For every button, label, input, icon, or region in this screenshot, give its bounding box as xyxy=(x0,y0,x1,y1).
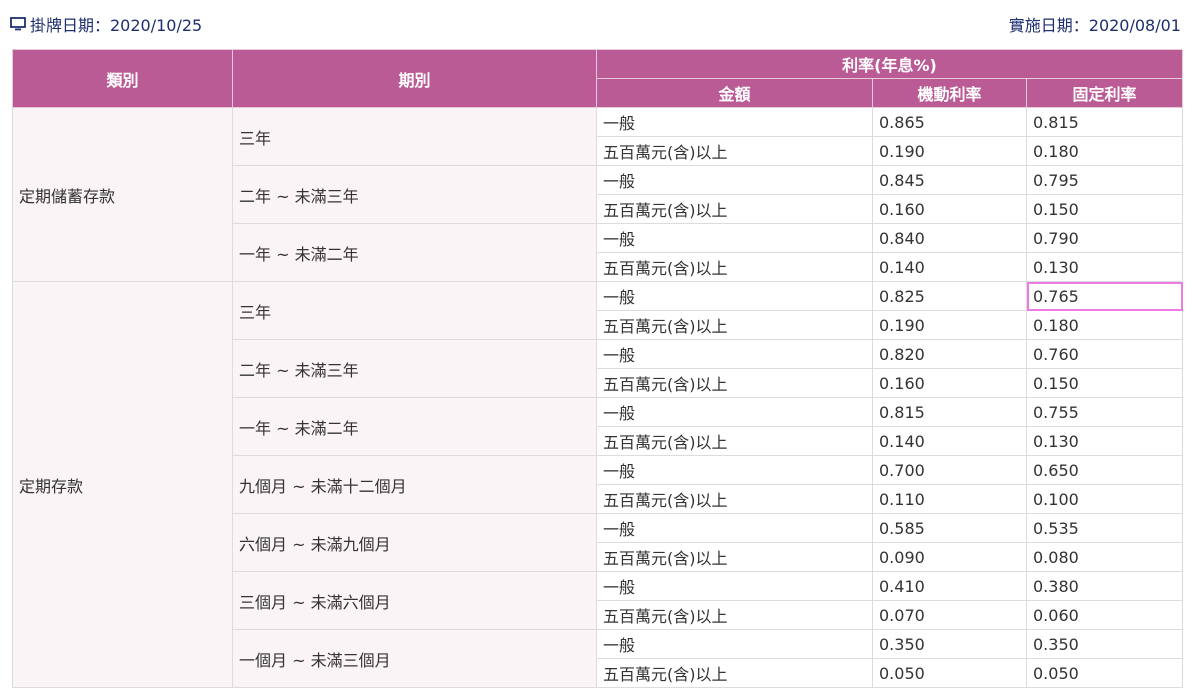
amount-cell: 一般 xyxy=(596,223,873,253)
date-bar: 掛牌日期：2020/10/25 實施日期：2020/08/01 xyxy=(0,0,1193,48)
period-cell: 一年 ~ 未滿二年 xyxy=(232,397,597,456)
amount-cell: 五百萬元(含)以上 xyxy=(596,194,873,224)
period-cell: 三個月 ~ 未滿六個月 xyxy=(232,571,597,630)
post-date: 掛牌日期：2020/10/25 xyxy=(10,12,202,36)
fixed-rate-cell: 0.150 xyxy=(1026,194,1183,224)
floating-rate-cell: 0.820 xyxy=(872,339,1027,369)
period-cell: 一個月 ~ 未滿三個月 xyxy=(232,629,597,688)
deposit-rate-table: 類別 期別 利率(年息%) 金額 機動利率 固定利率 定期儲蓄存款 三年 一般 0.8… xyxy=(12,49,1183,688)
amount-cell: 五百萬元(含)以上 xyxy=(596,600,873,630)
fixed-rate-cell: 0.150 xyxy=(1026,368,1183,398)
fixed-rate-cell: 0.130 xyxy=(1026,252,1183,282)
fixed-rate-cell: 0.815 xyxy=(1026,107,1183,137)
fixed-rate-cell: 0.380 xyxy=(1026,571,1183,601)
floating-rate-cell: 0.350 xyxy=(872,629,1027,659)
floating-rate-cell: 0.160 xyxy=(872,194,1027,224)
floating-rate-cell: 0.700 xyxy=(872,455,1027,485)
amount-cell: 一般 xyxy=(596,339,873,369)
amount-cell: 一般 xyxy=(596,107,873,137)
amount-cell: 五百萬元(含)以上 xyxy=(596,136,873,166)
header-floating-rate: 機動利率 xyxy=(872,78,1027,108)
amount-cell: 五百萬元(含)以上 xyxy=(596,368,873,398)
period-cell: 二年 ~ 未滿三年 xyxy=(232,339,597,398)
floating-rate-cell: 0.190 xyxy=(872,310,1027,340)
period-cell: 一年 ~ 未滿二年 xyxy=(232,223,597,282)
amount-cell: 一般 xyxy=(596,397,873,427)
amount-cell: 五百萬元(含)以上 xyxy=(596,658,873,688)
header-rate-group: 利率(年息%) xyxy=(596,49,1183,79)
fixed-rate-cell: 0.100 xyxy=(1026,484,1183,514)
highlighted-fixed-rate-cell: 0.765 xyxy=(1026,281,1183,311)
amount-cell: 一般 xyxy=(596,629,873,659)
fixed-rate-cell: 0.755 xyxy=(1026,397,1183,427)
fixed-rate-cell: 0.350 xyxy=(1026,629,1183,659)
amount-cell: 一般 xyxy=(596,513,873,543)
period-cell: 九個月 ~ 未滿十二個月 xyxy=(232,455,597,514)
period-cell: 二年 ~ 未滿三年 xyxy=(232,165,597,224)
amount-cell: 五百萬元(含)以上 xyxy=(596,310,873,340)
header-fixed-rate: 固定利率 xyxy=(1026,78,1183,108)
floating-rate-cell: 0.865 xyxy=(872,107,1027,137)
post-date-text: 掛牌日期：2020/10/25 xyxy=(30,16,203,35)
amount-cell: 一般 xyxy=(596,571,873,601)
fixed-rate-cell: 0.060 xyxy=(1026,600,1183,630)
floating-rate-cell: 0.110 xyxy=(872,484,1027,514)
rate-table-body: 定期儲蓄存款 三年 一般 0.865 0.815 五百萬元(含)以上 0.190 0.180 二… xyxy=(12,107,1183,688)
header-period: 期別 xyxy=(232,49,597,108)
floating-rate-cell: 0.840 xyxy=(872,223,1027,253)
floating-rate-cell: 0.070 xyxy=(872,600,1027,630)
header-category: 類別 xyxy=(12,49,233,108)
monitor-icon xyxy=(10,17,26,31)
floating-rate-cell: 0.585 xyxy=(872,513,1027,543)
floating-rate-cell: 0.815 xyxy=(872,397,1027,427)
category-cell: 定期存款 xyxy=(12,281,233,688)
fixed-rate-cell: 0.790 xyxy=(1026,223,1183,253)
floating-rate-cell: 0.090 xyxy=(872,542,1027,572)
header-amount: 金額 xyxy=(596,78,873,108)
amount-cell: 五百萬元(含)以上 xyxy=(596,252,873,282)
amount-cell: 五百萬元(含)以上 xyxy=(596,426,873,456)
floating-rate-cell: 0.140 xyxy=(872,252,1027,282)
floating-rate-cell: 0.190 xyxy=(872,136,1027,166)
fixed-rate-cell: 0.080 xyxy=(1026,542,1183,572)
amount-cell: 一般 xyxy=(596,281,873,311)
floating-rate-cell: 0.140 xyxy=(872,426,1027,456)
fixed-rate-cell: 0.050 xyxy=(1026,658,1183,688)
amount-cell: 一般 xyxy=(596,165,873,195)
period-cell: 三年 xyxy=(232,107,597,166)
amount-cell: 五百萬元(含)以上 xyxy=(596,542,873,572)
floating-rate-cell: 0.410 xyxy=(872,571,1027,601)
floating-rate-cell: 0.845 xyxy=(872,165,1027,195)
amount-cell: 五百萬元(含)以上 xyxy=(596,484,873,514)
period-cell: 六個月 ~ 未滿九個月 xyxy=(232,513,597,572)
fixed-rate-cell: 0.180 xyxy=(1026,310,1183,340)
category-cell: 定期儲蓄存款 xyxy=(12,107,233,282)
implementation-date: 實施日期：2020/08/01 xyxy=(1008,16,1181,35)
period-cell: 三年 xyxy=(232,281,597,340)
fixed-rate-cell: 0.130 xyxy=(1026,426,1183,456)
fixed-rate-cell: 0.760 xyxy=(1026,339,1183,369)
floating-rate-cell: 0.050 xyxy=(872,658,1027,688)
fixed-rate-cell: 0.535 xyxy=(1026,513,1183,543)
fixed-rate-cell: 0.650 xyxy=(1026,455,1183,485)
floating-rate-cell: 0.160 xyxy=(872,368,1027,398)
table-row: 定期儲蓄存款 三年 一般 0.865 0.815 xyxy=(12,107,1183,282)
table-row: 定期存款 三年 一般 0.825 0.765 xyxy=(12,281,1183,688)
floating-rate-cell: 0.825 xyxy=(872,281,1027,311)
amount-cell: 一般 xyxy=(596,455,873,485)
fixed-rate-cell: 0.795 xyxy=(1026,165,1183,195)
fixed-rate-cell: 0.180 xyxy=(1026,136,1183,166)
